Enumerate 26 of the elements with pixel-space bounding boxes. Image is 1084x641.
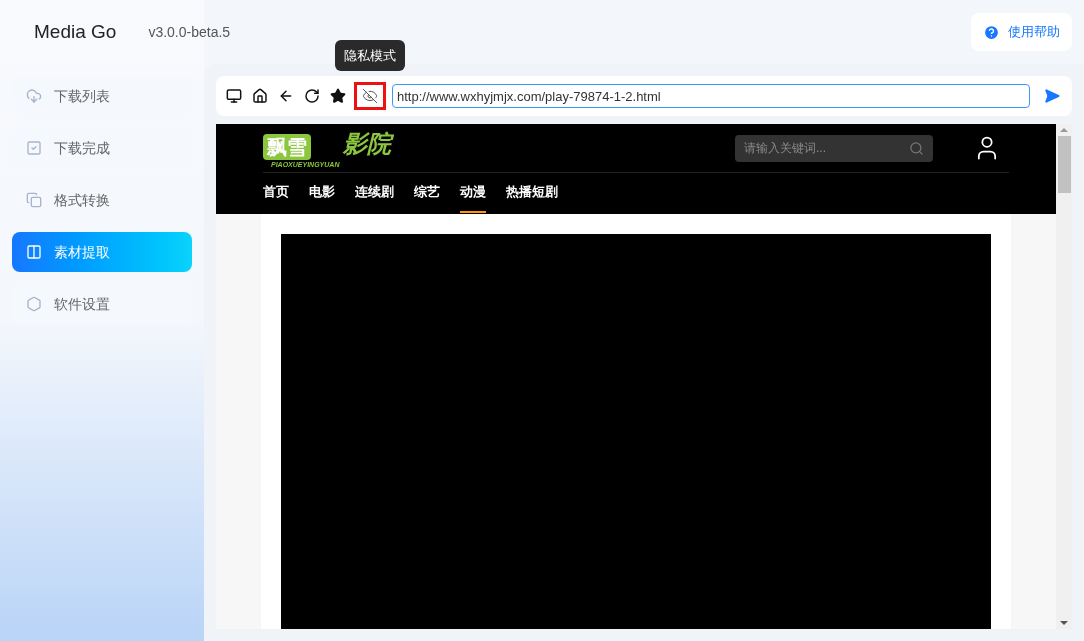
tooltip: 隐私模式 <box>335 39 405 71</box>
reload-icon <box>304 88 320 104</box>
help-button[interactable]: 使用帮助 <box>971 13 1072 51</box>
home-icon <box>252 88 268 104</box>
site-nav-link[interactable]: 首页 <box>263 173 289 213</box>
site-nav-link[interactable]: 热播短剧 <box>506 173 558 213</box>
site-nav-link[interactable]: 电影 <box>309 173 335 213</box>
app-name: Media Go <box>34 19 117 44</box>
site-nav-link[interactable]: 综艺 <box>414 173 440 213</box>
help-icon <box>983 23 1000 41</box>
scrollbar[interactable] <box>1056 124 1072 629</box>
back-arrow-icon <box>278 88 294 104</box>
download-icon <box>26 88 42 104</box>
settings-icon <box>26 296 42 312</box>
site-search-field[interactable]: 请输入关键词... <box>735 134 933 162</box>
eye-off-icon <box>362 88 378 104</box>
send-icon[interactable] <box>1044 88 1060 104</box>
site-nav-link[interactable]: 连续剧 <box>355 173 394 213</box>
done-icon <box>26 140 42 156</box>
url-field[interactable]: http://www.wxhyjmjx.com/play-79874-1-2.html <box>392 84 1030 108</box>
extract-icon <box>26 244 42 260</box>
star-icon <box>330 88 346 104</box>
desktop-icon <box>226 88 242 104</box>
version-label: v3.0.0-beta.5 <box>148 22 231 42</box>
search-icon[interactable] <box>909 140 924 156</box>
convert-icon <box>26 192 42 208</box>
